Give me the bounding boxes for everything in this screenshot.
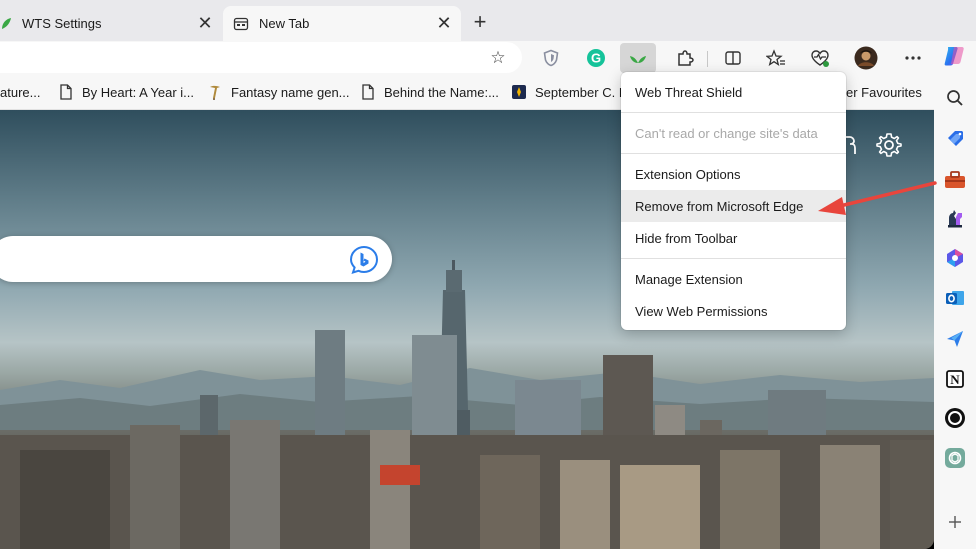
menu-item-view-web-permissions[interactable]: View Web Permissions [621, 295, 846, 327]
add-icon[interactable] [944, 511, 966, 533]
bookmark-label: By Heart: A Year i... [82, 84, 195, 100]
tab-wts-settings[interactable]: WTS Settings ✕ [0, 6, 222, 41]
bookmark-item[interactable]: er Favourites [846, 82, 922, 102]
search-icon[interactable] [944, 87, 966, 109]
svg-text:G: G [591, 51, 601, 66]
web-search-box[interactable] [0, 236, 392, 282]
menu-item-label: Hide from Toolbar [635, 230, 738, 246]
outlook-icon[interactable] [944, 287, 966, 309]
bookmark-item[interactable]: September C. F [511, 82, 627, 102]
menu-item-remove-extension[interactable]: Remove from Microsoft Edge [621, 190, 846, 222]
new-tab-button[interactable]: + [468, 9, 492, 34]
address-bar[interactable]: ☆ [0, 42, 522, 73]
wts-extension-icon[interactable] [620, 43, 656, 73]
split-screen-icon[interactable] [720, 45, 746, 71]
shopping-tag-icon[interactable] [944, 128, 966, 150]
menu-item-hide-from-toolbar[interactable]: Hide from Toolbar [621, 222, 846, 254]
tab-title: New Tab [259, 16, 310, 31]
send-icon[interactable] [944, 328, 966, 350]
menu-item-label: Extension Options [635, 166, 741, 182]
toolbar-separator [707, 51, 708, 67]
copilot-icon[interactable] [942, 44, 968, 68]
side-panel: N [934, 74, 976, 549]
microsoft365-icon[interactable] [944, 247, 966, 269]
bookmark-label: er Favourites [846, 84, 922, 100]
bookmark-label: Behind the Name:... [384, 84, 499, 100]
browser-essentials-icon[interactable] [807, 45, 833, 71]
chatgpt-icon[interactable] [944, 447, 966, 469]
bookmark-label: ature... [0, 84, 41, 100]
menu-item-label: Web Threat Shield [635, 84, 743, 100]
more-icon[interactable] [900, 45, 926, 71]
menu-separator [621, 258, 846, 259]
menu-item-site-access: Can't read or change site's data [621, 117, 846, 149]
menu-separator [621, 153, 846, 154]
bookmark-item[interactable]: Fantasy name gen... [207, 82, 350, 102]
settings-gear-icon[interactable] [876, 132, 902, 158]
menu-separator [621, 112, 846, 113]
tab-strip: WTS Settings ✕ New Tab ✕ + [0, 0, 976, 41]
bookmark-item[interactable]: Behind the Name:... [360, 82, 499, 102]
menu-item-web-threat-shield[interactable]: Web Threat Shield [621, 76, 846, 108]
menu-item-label: Can't read or change site's data [635, 125, 818, 141]
close-icon[interactable]: ✕ [194, 13, 216, 35]
menu-item-label: Remove from Microsoft Edge [635, 198, 804, 214]
favorite-star-icon[interactable]: ☆ [487, 47, 509, 69]
circle-app-icon[interactable] [944, 407, 966, 429]
tab-title: WTS Settings [22, 16, 102, 31]
toolbar: ☆ G [0, 41, 976, 74]
profile-avatar[interactable] [853, 45, 879, 71]
bookmark-item[interactable]: ature... [0, 82, 40, 102]
wts-leaf-icon [0, 16, 14, 32]
extension-context-menu: Web Threat Shield Can't read or change s… [621, 72, 846, 330]
menu-item-extension-options[interactable]: Extension Options [621, 158, 846, 190]
tab-new-tab[interactable]: New Tab ✕ [223, 6, 461, 41]
puzzle-icon[interactable] [672, 45, 698, 71]
page-icon [58, 84, 74, 100]
bookmark-label: September C. F [535, 84, 627, 100]
bookmark-item[interactable]: By Heart: A Year i... [58, 82, 194, 102]
page-icon [360, 84, 376, 100]
menu-item-manage-extension[interactable]: Manage Extension [621, 263, 846, 295]
menu-item-label: Manage Extension [635, 271, 743, 287]
fantasy-icon [207, 84, 223, 100]
newtab-icon [233, 16, 249, 32]
menu-item-label: View Web Permissions [635, 303, 768, 319]
favorites-icon[interactable] [763, 45, 789, 71]
tools-icon[interactable] [944, 169, 966, 191]
bookmark-label: Fantasy name gen... [231, 84, 350, 100]
svg-text:N: N [950, 372, 960, 387]
bing-chat-icon[interactable] [349, 245, 379, 275]
bookmark-favicon [511, 84, 527, 100]
notion-icon[interactable]: N [944, 368, 966, 390]
games-icon[interactable] [944, 207, 966, 229]
close-icon[interactable]: ✕ [433, 13, 455, 35]
shield-icon[interactable] [538, 45, 564, 71]
grammarly-icon[interactable]: G [583, 45, 609, 71]
